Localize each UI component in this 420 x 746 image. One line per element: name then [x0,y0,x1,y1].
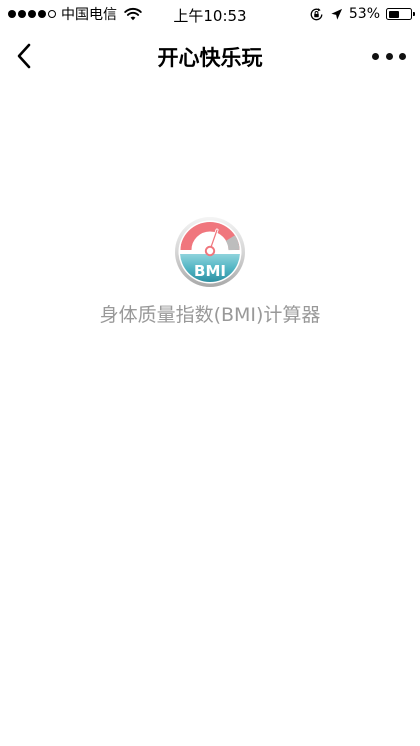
nav-bar: 开心快乐玩 [0,28,420,84]
more-dots-icon [372,52,379,60]
bmi-gauge-icon: BMI [175,217,245,287]
bmi-calculator-tile[interactable]: BMI 身体质量指数(BMI)计算器 [60,212,360,332]
more-button[interactable] [372,45,406,67]
more-dot [385,52,393,60]
battery-icon [386,8,415,20]
page-title: 开心快乐玩 [157,46,263,70]
battery-fill [388,10,400,18]
bmi-icon-text: BMI [194,262,226,280]
battery-cap [412,12,415,16]
status-right: 53% [309,5,415,23]
more-dot [399,52,406,60]
app-label: 身体质量指数(BMI)计算器 [99,304,321,326]
status-bar: 中国电信 上午10:53 53% [0,0,420,28]
location-arrow-icon [331,8,342,20]
rotation-lock-icon [310,7,323,20]
battery-percent: 53% [348,6,380,22]
